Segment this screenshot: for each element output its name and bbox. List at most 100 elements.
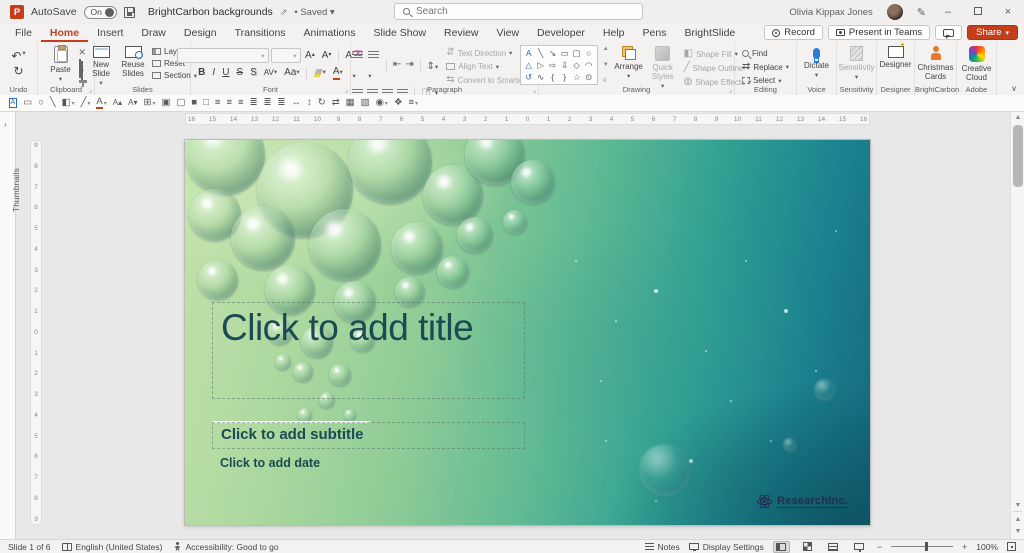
- tab-brightslide[interactable]: BrightSlide: [675, 25, 744, 41]
- minimize-button[interactable]: –: [940, 6, 956, 18]
- shape-icon[interactable]: ╲: [535, 48, 547, 58]
- undo-button[interactable]: ↶▾: [11, 50, 25, 63]
- search-input[interactable]: Search: [394, 3, 643, 20]
- tab-insert[interactable]: Insert: [88, 25, 132, 41]
- zoom-slider-thumb[interactable]: [925, 542, 928, 551]
- shape-icon[interactable]: ○: [583, 48, 595, 58]
- shape-icon[interactable]: ◇: [571, 60, 583, 70]
- change-case-button[interactable]: Aa▾: [282, 67, 303, 79]
- insert-oval[interactable]: ○: [36, 96, 47, 111]
- size-and-position[interactable]: ⊞▾: [141, 96, 158, 111]
- autosave-toggle[interactable]: On: [84, 6, 117, 19]
- arrange-button[interactable]: Arrange ▾: [614, 45, 644, 82]
- align-middle-objects[interactable]: ≣: [261, 96, 274, 111]
- document-title[interactable]: BrightCarbon backgrounds: [148, 6, 273, 18]
- tab-draw[interactable]: Draw: [132, 25, 175, 41]
- share-button[interactable]: Share▾: [967, 25, 1018, 40]
- present-in-teams-button[interactable]: Present in Teams: [828, 25, 930, 40]
- slide-logo[interactable]: ResearchInc.: [757, 494, 848, 509]
- pen-mode-icon[interactable]: ✎: [917, 6, 926, 19]
- align-right-objects[interactable]: ≡: [236, 96, 247, 111]
- shape-icon[interactable]: ⊙: [583, 72, 595, 82]
- save-icon[interactable]: [124, 7, 135, 18]
- tab-slide-show[interactable]: Slide Show: [365, 25, 436, 41]
- replace-button[interactable]: ⇄Replace▾: [740, 61, 791, 73]
- insert-rectangle[interactable]: ▭: [21, 96, 35, 111]
- saved-status[interactable]: • Saved ▾: [294, 7, 334, 18]
- decrease-indent-icon[interactable]: ⇤: [393, 60, 401, 70]
- title-placeholder[interactable]: Click to add title: [212, 302, 525, 399]
- user-name[interactable]: Olivia Kippax Jones: [789, 7, 872, 18]
- shrink-font[interactable]: A▾: [126, 96, 140, 111]
- reuse-slides-button[interactable]: Reuse Slides: [118, 45, 148, 79]
- zoom-out-button[interactable]: −: [877, 542, 882, 552]
- zoom-level[interactable]: 100%: [976, 542, 998, 552]
- shape-outline[interactable]: ╱▾: [78, 96, 93, 111]
- creative-cloud-button[interactable]: Creative Cloud: [959, 45, 994, 83]
- tab-developer[interactable]: Developer: [528, 25, 594, 41]
- tab-help[interactable]: Help: [594, 25, 634, 41]
- text-shadow-button[interactable]: S: [248, 67, 260, 79]
- scroll-down-icon[interactable]: ▼: [1011, 502, 1024, 509]
- flip-objects[interactable]: ⇄: [329, 96, 342, 111]
- find-button[interactable]: Find: [740, 48, 791, 59]
- increase-indent-icon[interactable]: ⇥: [405, 60, 413, 70]
- powerpoint-app-icon[interactable]: P: [10, 5, 24, 19]
- dialog-launcher-icon[interactable]: ⌟: [729, 86, 732, 94]
- shape-icon[interactable]: ☆: [571, 72, 583, 82]
- font-color-button[interactable]: A▾: [330, 66, 345, 80]
- shape-icon[interactable]: A: [523, 48, 535, 58]
- comments-button[interactable]: [935, 25, 962, 40]
- tab-design[interactable]: Design: [175, 25, 226, 41]
- close-button[interactable]: ×: [1000, 6, 1016, 18]
- shape-icon[interactable]: ◠: [583, 60, 595, 70]
- toolbar-overflow[interactable]: ≡▾: [406, 96, 421, 111]
- vertical-scrollbar[interactable]: ▲ ▼ ▲ ▼: [1010, 112, 1024, 539]
- zoom-slider[interactable]: [891, 546, 953, 547]
- align-left-objects[interactable]: ≡: [212, 96, 223, 111]
- rotate-objects[interactable]: ↻: [315, 96, 328, 111]
- shape-icon[interactable]: △: [523, 60, 535, 70]
- bullets-button[interactable]: ▾: [352, 47, 364, 83]
- thumbnails-panel-collapsed[interactable]: › Thumbnails: [0, 112, 16, 539]
- sensitivity-button[interactable]: Sensitivity ▾: [839, 45, 874, 83]
- shape-icon[interactable]: ⇨: [547, 60, 559, 70]
- tab-review[interactable]: Review: [435, 25, 487, 41]
- christmas-cards-button[interactable]: Christmas Cards: [917, 45, 954, 82]
- next-slide-icon[interactable]: ▼: [1011, 528, 1024, 535]
- scrollbar-thumb[interactable]: [1013, 125, 1023, 187]
- tab-pens[interactable]: Pens: [634, 25, 676, 41]
- previous-slide-icon[interactable]: ▲: [1011, 516, 1024, 523]
- record-button[interactable]: Record: [764, 25, 823, 40]
- format-painter[interactable]: ❖: [391, 96, 405, 111]
- grow-font-button[interactable]: A▴: [303, 50, 318, 62]
- distribute-horizontally[interactable]: ↔: [289, 96, 304, 111]
- tab-transitions[interactable]: Transitions: [226, 25, 295, 41]
- distribute-vertically[interactable]: ↕: [304, 96, 314, 111]
- expand-thumbnails-icon[interactable]: ›: [4, 120, 7, 129]
- shrink-font-button[interactable]: A▾: [319, 50, 334, 62]
- numbering-button[interactable]: ▾: [368, 47, 380, 83]
- align-top-objects[interactable]: ≣: [247, 96, 260, 111]
- ungroup-objects[interactable]: ▧: [358, 96, 372, 111]
- bold-button[interactable]: B: [196, 67, 208, 79]
- date-placeholder[interactable]: Click to add date: [220, 456, 320, 470]
- collapse-ribbon-icon[interactable]: ∨: [1011, 84, 1017, 93]
- scroll-up-icon[interactable]: ▲: [1011, 114, 1024, 121]
- send-backward[interactable]: ▢: [174, 96, 188, 111]
- slide-counter[interactable]: Slide 1 of 6: [8, 542, 51, 552]
- text-highlight-button[interactable]: ▾: [311, 69, 328, 77]
- grow-font[interactable]: A▴: [110, 96, 124, 111]
- paste-button[interactable]: Paste ▾: [46, 45, 76, 85]
- shape-icon[interactable]: ▢: [571, 48, 583, 58]
- shape-fill[interactable]: ◧▾: [59, 96, 77, 111]
- slideshow-view-button[interactable]: [851, 541, 868, 553]
- shape-icon[interactable]: {: [547, 72, 559, 82]
- font-color[interactable]: A▾: [94, 96, 109, 111]
- italic-button[interactable]: I: [210, 67, 218, 79]
- tab-file[interactable]: File: [6, 25, 41, 41]
- line-spacing-button[interactable]: ⇕▾: [427, 56, 439, 74]
- redo-button[interactable]: ↻: [13, 65, 23, 78]
- tab-home[interactable]: Home: [41, 25, 88, 42]
- shape-icon[interactable]: ⇩: [559, 60, 571, 70]
